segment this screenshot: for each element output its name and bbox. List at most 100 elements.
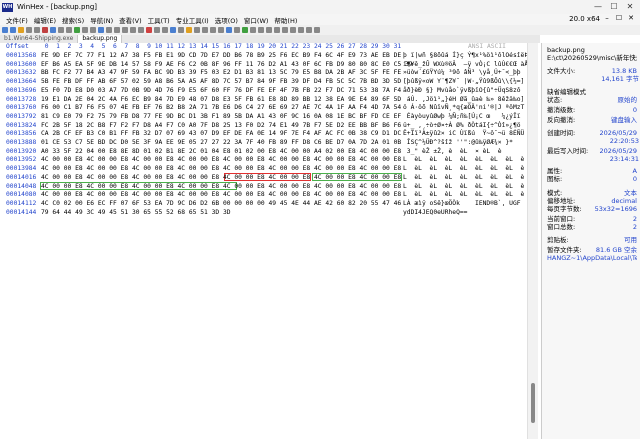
menu-item-7[interactable]: 选项(O) — [215, 15, 238, 25]
row-ascii[interactable]: LÀ æìÿ oSê}œÖÒk IEND®B`‚ UGF — [403, 200, 521, 209]
row-hex-bytes[interactable]: FC 2B 5F 18 2C B8 F7 F2 F7 D8 A4 F7 C0 A… — [41, 122, 401, 131]
toolbar-icon-12[interactable] — [98, 27, 104, 33]
tab-backup-png[interactable]: backup.png — [78, 35, 123, 43]
toolbar-icon-21[interactable] — [170, 27, 176, 33]
child-minimize-button[interactable]: – — [601, 14, 613, 22]
vertical-scrollbar[interactable] — [527, 43, 538, 439]
row-hex-bytes[interactable]: 4C C0 02 00 E6 EC FF 07 6F 53 EA 7D 9C D… — [41, 200, 401, 209]
toolbar-icon-32[interactable] — [258, 27, 264, 33]
row-ascii[interactable]: ö Á·öõ NûïvÑ¸*q{æÖÄ'ni'®|J ªôMzT — [403, 104, 524, 113]
menu-item-4[interactable]: 查看(V) — [119, 15, 142, 25]
toolbar-icon-6[interactable] — [50, 27, 56, 33]
menu-item-2[interactable]: 搜索(S) — [62, 15, 84, 25]
toolbar-icon-5[interactable] — [42, 27, 48, 33]
toolbar-icon-16[interactable] — [130, 27, 136, 33]
toolbar-icon-18[interactable] — [146, 27, 152, 33]
column-header: 0 1 2 3 4 5 6 7 8 9 10 11 12 13 14 15 16… — [41, 43, 402, 50]
menu-item-9[interactable]: 帮助(H) — [274, 15, 297, 25]
toolbar-icon-22[interactable] — [178, 27, 184, 33]
row-ascii[interactable]: L èL èL èL èL èL èL èL è — [403, 165, 524, 174]
toolbar-icon-25[interactable] — [202, 27, 208, 33]
row-ascii[interactable]: áÚ. ,Jöì¹„}éH Øã_ûaè ‰» 8êžä‰o] — [403, 96, 525, 105]
row-ascii[interactable]: L èL èL èL èL èL èL èL è — [403, 191, 524, 200]
row-ascii[interactable]: ü+_ ,¸÷ò÷Ø¤÷À Ø% ðÒtáI{÷^Òî»¿¶ö — [403, 122, 521, 131]
toolbar-icon-34[interactable] — [274, 27, 280, 33]
row-hex-bytes[interactable]: 01 CE 53 C7 5E BD DC D0 5E 3F 9A EE 9E 0… — [41, 139, 401, 148]
row-hex-bytes[interactable]: 4C 00 00 E8 4C 00 00 E8 4C 00 00 E8 4C 0… — [41, 191, 401, 200]
row-hex-bytes[interactable]: 81 C9 E0 79 F2 75 79 FB D8 77 FE 9D BC D… — [41, 113, 401, 122]
row-hex-bytes[interactable]: 4C 00 00 E8 4C 00 00 E8 4C 00 00 E8 4C 0… — [41, 183, 401, 192]
toolbar-icon-0[interactable] — [2, 27, 8, 33]
row-hex-bytes[interactable]: 4C 00 00 E8 4C 00 00 E8 4C 00 00 E8 4C 0… — [41, 165, 401, 174]
row-ascii[interactable]: »üòw´£GŸYú¼ ³9õ âÑ³ \yå¸Ú+¯<_þþ — [403, 69, 521, 78]
row-ascii[interactable]: L èL èL èL èL èL èL èL è — [403, 183, 524, 192]
ascii-header: ANSI ASCII — [468, 43, 506, 50]
row-ascii[interactable]: þ ï|wñ §8õûá Í}ç Ý¶x¹%öì¹ôlOésîëÞ — [403, 52, 528, 61]
menu-item-8[interactable]: 窗口(W) — [244, 15, 269, 25]
close-button[interactable]: ✕ — [622, 0, 638, 14]
row-hex-bytes[interactable]: E5 F0 7D E8 D0 03 A7 7D 0B 9D 4D 76 F9 E… — [41, 87, 401, 96]
menu-item-0[interactable]: 文件(F) — [6, 15, 28, 25]
toolbar-icon-26[interactable] — [210, 27, 216, 33]
toolbar-icon-8[interactable] — [66, 27, 72, 33]
toolbar-icon-17[interactable] — [138, 27, 144, 33]
toolbar-icon-10[interactable] — [82, 27, 88, 33]
tab-exe[interactable]: b1.Win64-Shipping.exe — [0, 35, 79, 43]
row-hex-bytes[interactable]: 4C 00 00 E8 4C 00 00 E8 4C 00 00 E8 4C 0… — [41, 174, 401, 183]
row-ascii[interactable]: Ê+Ïï³À±ÿû2× iC Ùïßú Ÿ~ô¯¬ü 8ÉÑÜ — [403, 130, 524, 139]
row-ascii[interactable]: åð}èÐ §} Mvùåo`ÿvßþïO{û"÷ÜqS8zô — [403, 87, 521, 96]
menu-item-6[interactable]: 专业工具(I) — [176, 15, 209, 25]
row-hex-bytes[interactable]: A0 33 5F 22 04 00 E8 8E 8D 01 02 B1 8E 2… — [41, 148, 401, 157]
toolbar-icon-29[interactable] — [234, 27, 240, 33]
toolbar-icon-37[interactable] — [298, 27, 304, 33]
toolbar-icon-19[interactable] — [154, 27, 160, 33]
row-hex-bytes[interactable]: FE 9D EF 7C 77 F1 12 A7 38 F5 FB E1 9D C… — [41, 52, 401, 61]
toolbar-icon-27[interactable] — [218, 27, 224, 33]
row-hex-bytes[interactable]: F6 00 C1 B7 F6 F5 07 4E FB EF 76 B2 B8 2… — [41, 104, 401, 113]
menu-item-3[interactable]: 导航(N) — [90, 15, 113, 25]
row-ascii[interactable]: [þûßÿ«oW Y¨¶Z¥¯ |W·„Ÿû9ßÔû\\{½=] — [403, 78, 524, 87]
toolbar-icon-13[interactable] — [106, 27, 112, 33]
minimize-button[interactable]: — — [590, 0, 606, 14]
toolbar-icon-33[interactable] — [266, 27, 272, 33]
maximize-button[interactable]: ☐ — [606, 0, 622, 14]
toolbar-icon-1[interactable] — [10, 27, 16, 33]
row-hex-bytes[interactable]: EF B6 A5 EA 5F 9E DB 14 57 58 F9 AE F6 C… — [41, 61, 413, 70]
row-hex-bytes[interactable]: BB FC F2 77 B4 A3 47 9F 59 FA BC 9D B3 3… — [41, 69, 401, 78]
file-name: backup.png — [547, 46, 585, 54]
toolbar-icon-3[interactable] — [26, 27, 32, 33]
child-restore-button[interactable]: ☐ — [613, 14, 625, 22]
row-ascii[interactable]: L èL èL èL èL èL èL èL è — [403, 156, 524, 165]
menu-item-1[interactable]: 编辑(E) — [34, 15, 56, 25]
row-hex-bytes[interactable]: 5B FE FB DF FF AB 6F 57 02 59 A8 B6 5A A… — [41, 78, 401, 87]
row-ascii[interactable]: L èL èL èL èL èL èL èL è — [403, 174, 524, 183]
toolbar-icon-11[interactable] — [90, 27, 96, 33]
row-hex-bytes[interactable]: CA 2B CF EF B3 C0 B1 FF FB 32 D7 07 69 4… — [41, 130, 401, 139]
toolbar-icon-20[interactable] — [162, 27, 168, 33]
row-ascii[interactable]: ydDI4JEQ0eURheQ== — [403, 209, 467, 218]
toolbar-icon-4[interactable] — [34, 27, 40, 33]
toolbar-icon-38[interactable] — [306, 27, 312, 33]
row-hex-bytes[interactable]: 79 64 44 49 3C 49 45 51 30 65 55 52 68 6… — [41, 209, 231, 218]
hex-editor-pane[interactable]: Offset 0 1 2 3 4 5 6 7 8 9 10 11 12 13 1… — [0, 43, 540, 439]
toolbar-icon-31[interactable] — [250, 27, 256, 33]
toolbar-icon-9[interactable] — [74, 27, 80, 33]
row-hex-bytes[interactable]: 19 E1 DA 2E 04 2C 4A F6 EC B9 84 7D E9 4… — [41, 96, 401, 105]
toolbar-icon-2[interactable] — [18, 27, 24, 33]
toolbar-icon-24[interactable] — [194, 27, 200, 33]
toolbar-icon-14[interactable] — [114, 27, 120, 33]
row-ascii[interactable]: ÎSÇ^½ÜÐ^?šîž ''":@û‰ÿØÆ¾× }* — [403, 139, 513, 148]
toolbar-icon-15[interactable] — [122, 27, 128, 33]
menu-item-5[interactable]: 工具(T) — [148, 15, 170, 25]
scroll-thumb[interactable] — [531, 383, 535, 423]
toolbar-icon-35[interactable] — [282, 27, 288, 33]
toolbar-icon-30[interactable] — [242, 27, 248, 33]
toolbar-icon-36[interactable] — [290, 27, 296, 33]
child-close-button[interactable]: ✕ — [625, 14, 637, 22]
toolbar-icon-28[interactable] — [226, 27, 232, 33]
row-hex-bytes[interactable]: 4C 00 00 E8 4C 00 00 E8 4C 00 00 E8 4C 0… — [41, 156, 401, 165]
toolbar-icon-7[interactable] — [58, 27, 64, 33]
toolbar-icon-23[interactable] — [186, 27, 192, 33]
toolbar-icon-39[interactable] — [314, 27, 320, 33]
row-ascii[interactable]: ÉàyòuyûØwþ ¼Ñ;ñ‰[Ú¡C œ ¼¿ýÎï — [403, 113, 521, 122]
